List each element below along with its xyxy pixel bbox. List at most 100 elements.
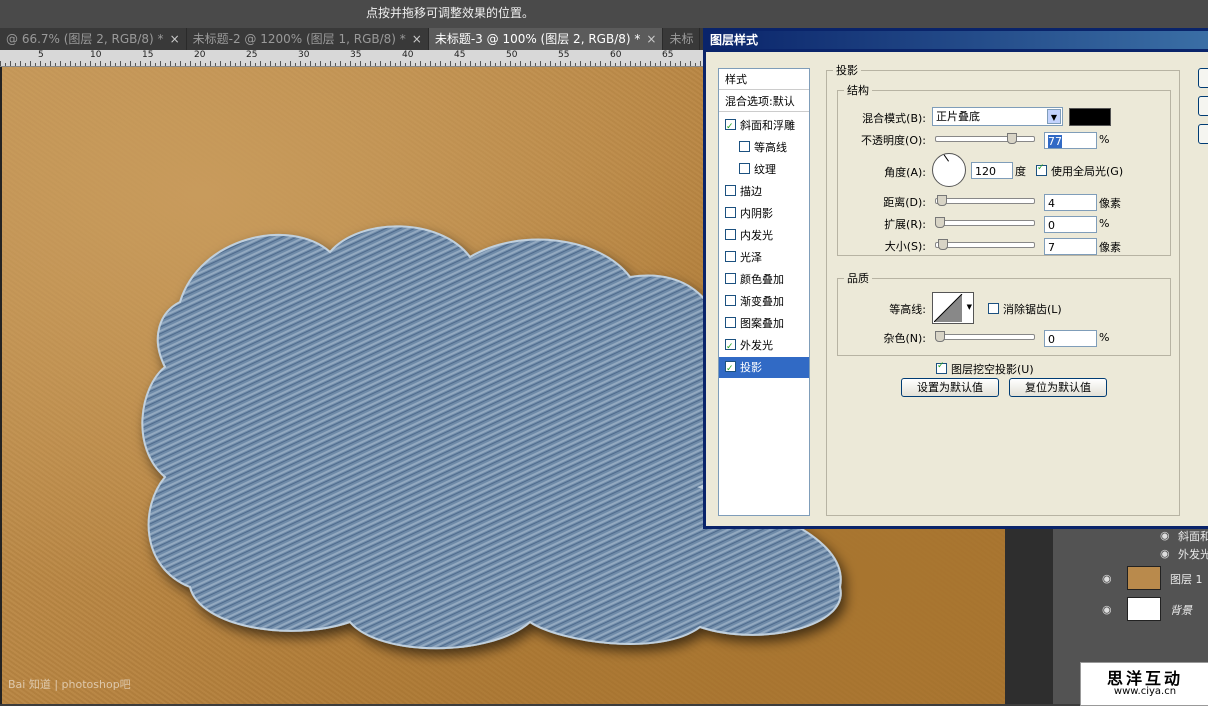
checkbox-icon[interactable]	[725, 359, 736, 380]
angle-dial[interactable]	[932, 153, 966, 187]
style-item-label: 内发光	[740, 229, 773, 242]
checkbox-icon[interactable]	[725, 251, 736, 262]
eye-icon[interactable]: ◉	[1160, 547, 1170, 560]
style-item[interactable]: 渐变叠加	[719, 291, 809, 312]
ruler-tick	[335, 63, 336, 66]
style-item[interactable]: 光泽	[719, 247, 809, 268]
slider-knob[interactable]	[938, 239, 948, 250]
ok-button[interactable]	[1198, 68, 1208, 88]
angle-input[interactable]: 120	[971, 162, 1013, 179]
opacity-input[interactable]: 77	[1044, 132, 1097, 149]
layer-effect-bevel[interactable]: 斜面和	[1178, 528, 1208, 544]
noise-input[interactable]: 0	[1044, 330, 1097, 347]
checkbox-icon[interactable]	[725, 273, 736, 284]
style-item[interactable]: 等高线	[719, 137, 809, 158]
style-item-label: 内阴影	[740, 207, 773, 220]
distance-input[interactable]: 4	[1044, 194, 1097, 211]
shadow-color-swatch[interactable]	[1069, 108, 1111, 126]
blend-options-item[interactable]: 混合选项:默认	[719, 91, 809, 112]
size-slider[interactable]	[935, 239, 1035, 250]
style-item[interactable]: 颜色叠加	[719, 269, 809, 290]
slider-knob[interactable]	[935, 331, 945, 342]
ruler-tick	[420, 61, 421, 66]
style-item-label: 纹理	[754, 163, 776, 176]
ruler-tick	[465, 63, 466, 66]
close-icon[interactable]: ×	[170, 32, 180, 46]
tab-2[interactable]: 未标题-3 @ 100% (图层 2, RGB/8) * ×	[428, 28, 664, 50]
slider-knob[interactable]	[1007, 133, 1017, 144]
reset-default-button[interactable]: 复位为默认值	[1009, 378, 1107, 397]
set-default-button[interactable]: 设置为默认值	[901, 378, 999, 397]
tab-1[interactable]: 未标题-2 @ 1200% (图层 1, RGB/8) * ×	[187, 28, 429, 50]
ruler-tick	[670, 61, 671, 66]
style-item[interactable]: 斜面和浮雕	[719, 115, 809, 138]
ruler-tick	[555, 63, 556, 66]
ruler-tick	[455, 63, 456, 66]
checkbox-icon[interactable]	[725, 337, 736, 358]
checkbox-icon[interactable]	[739, 141, 750, 152]
blend-mode-select[interactable]: 正片叠底 ▼	[932, 107, 1063, 126]
anti-alias-checkbox[interactable]: 消除锯齿(L)	[988, 301, 1062, 317]
style-list-header[interactable]: 样式	[719, 69, 809, 90]
checkbox-icon[interactable]	[725, 185, 736, 196]
tab-0[interactable]: @ 66.7% (图层 2, RGB/8) * ×	[0, 28, 187, 50]
checkbox-icon[interactable]	[725, 207, 736, 218]
checkbox-icon[interactable]	[1036, 163, 1047, 176]
checkbox-icon[interactable]	[988, 303, 999, 314]
ruler-tick	[5, 63, 6, 66]
ruler-tick	[635, 63, 636, 66]
spread-input[interactable]: 0	[1044, 216, 1097, 233]
eye-icon[interactable]: ◉	[1102, 572, 1112, 585]
background-layer-name[interactable]: 背景	[1170, 602, 1208, 618]
ruler-tick	[440, 61, 441, 66]
tab-3[interactable]: 未标	[663, 28, 701, 50]
layer-1-name[interactable]: 图层 1	[1170, 571, 1208, 587]
ruler-tick	[565, 63, 566, 66]
style-item[interactable]: 内阴影	[719, 203, 809, 224]
ruler-tick	[615, 63, 616, 66]
ruler-tick	[305, 63, 306, 66]
spread-slider[interactable]	[935, 217, 1035, 228]
slider-knob[interactable]	[937, 195, 947, 206]
size-input[interactable]: 7	[1044, 238, 1097, 255]
layer-effect-outer-glow[interactable]: 外发光	[1178, 546, 1208, 562]
ruler-tick	[45, 63, 46, 66]
contour-curve-icon	[934, 294, 963, 322]
chevron-down-icon[interactable]: ▼	[967, 303, 972, 311]
ruler-tick	[375, 63, 376, 66]
eye-icon[interactable]: ◉	[1102, 603, 1112, 616]
style-item[interactable]: 投影	[719, 357, 809, 380]
knockout-checkbox[interactable]: 图层挖空投影(U)	[936, 361, 1034, 377]
checkbox-icon[interactable]	[725, 229, 736, 240]
ruler-tick	[415, 63, 416, 66]
style-item[interactable]: 纹理	[719, 159, 809, 180]
checkbox-icon[interactable]	[739, 163, 750, 174]
tab-label: @ 66.7% (图层 2, RGB/8) *	[6, 32, 164, 46]
ruler-tick	[685, 63, 686, 66]
distance-slider[interactable]	[935, 195, 1035, 206]
noise-slider[interactable]	[935, 331, 1035, 342]
ruler-tick	[230, 61, 231, 66]
checkbox-icon[interactable]	[725, 295, 736, 306]
style-item[interactable]: 图案叠加	[719, 313, 809, 334]
cancel-button[interactable]	[1198, 96, 1208, 116]
noise-label: 杂色(N):	[883, 332, 926, 345]
style-item[interactable]: 内发光	[719, 225, 809, 246]
eye-icon[interactable]: ◉	[1160, 529, 1170, 542]
close-icon[interactable]: ×	[646, 32, 656, 46]
checkbox-icon[interactable]	[725, 117, 736, 138]
style-item[interactable]: 外发光	[719, 335, 809, 358]
dialog-title[interactable]: 图层样式	[706, 31, 1208, 49]
new-style-button[interactable]	[1198, 124, 1208, 144]
contour-picker[interactable]: ▼	[932, 292, 974, 324]
checkbox-icon[interactable]	[936, 361, 947, 374]
ruler-tick	[515, 63, 516, 66]
close-icon[interactable]: ×	[412, 32, 422, 46]
style-item[interactable]: 描边	[719, 181, 809, 202]
checkbox-icon[interactable]	[725, 317, 736, 328]
opacity-slider[interactable]	[935, 133, 1035, 144]
chevron-down-icon[interactable]: ▼	[1047, 109, 1061, 124]
global-light-checkbox[interactable]: 使用全局光(G)	[1036, 163, 1123, 179]
ruler-tick	[70, 61, 71, 66]
slider-knob[interactable]	[935, 217, 945, 228]
